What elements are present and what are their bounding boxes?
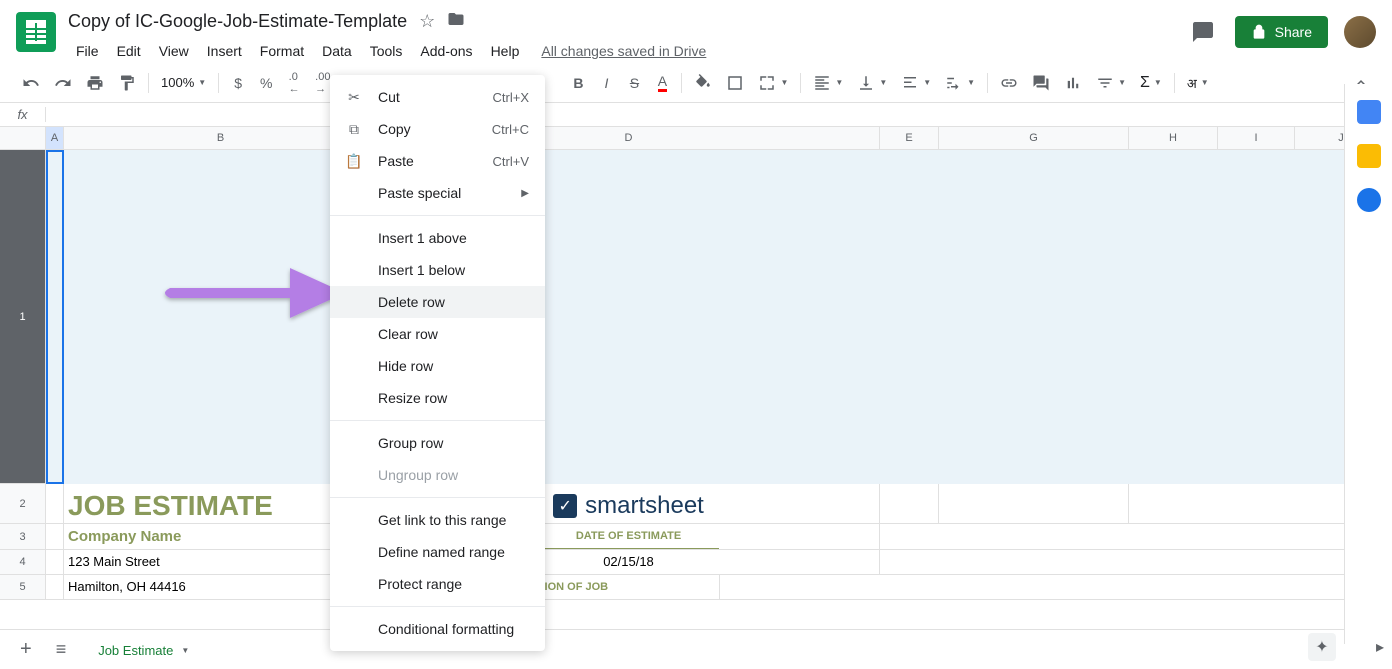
col-header-i[interactable]: I — [1218, 127, 1295, 149]
selected-cell-a1[interactable] — [46, 150, 64, 484]
sheets-logo[interactable] — [16, 12, 56, 52]
text-color-button[interactable]: A — [649, 70, 675, 96]
calendar-icon[interactable] — [1357, 100, 1381, 124]
ctx-define-named[interactable]: Define named range — [330, 536, 545, 568]
annotation-arrow — [160, 248, 350, 333]
cells-grid[interactable]: JOB ESTIMATE ✓smartsheet Company Name DA… — [46, 150, 1392, 600]
ctx-clear-row[interactable]: Clear row — [330, 318, 545, 350]
app-header: Copy of IC-Google-Job-Estimate-Template … — [0, 0, 1392, 63]
percent-button[interactable]: % — [253, 70, 279, 96]
insert-chart-button[interactable] — [1058, 70, 1088, 96]
decrease-decimal-button[interactable]: .0← — [281, 70, 307, 96]
text-rotation-button[interactable]: ▼ — [939, 70, 981, 96]
context-menu: ✂CutCtrl+X ⧉CopyCtrl+C 📋PasteCtrl+V Past… — [330, 75, 545, 651]
sheet-tab-bar: + ≡ Job Estimate ▼ — [0, 629, 1344, 669]
scroll-right-icon[interactable]: ▸ — [1376, 637, 1384, 657]
strikethrough-button[interactable]: S — [621, 70, 647, 96]
col-header-g[interactable]: G — [939, 127, 1129, 149]
comments-button[interactable] — [1187, 16, 1219, 48]
all-sheets-button[interactable]: ≡ — [48, 635, 75, 664]
zoom-dropdown[interactable]: 100%▼ — [155, 71, 212, 94]
menu-addons[interactable]: Add-ons — [412, 39, 480, 63]
menu-edit[interactable]: Edit — [109, 39, 149, 63]
share-button[interactable]: Share — [1235, 16, 1328, 48]
italic-button[interactable]: I — [593, 70, 619, 96]
vertical-align-button[interactable]: ▼ — [851, 70, 893, 96]
side-panel — [1344, 84, 1392, 644]
keep-icon[interactable] — [1357, 144, 1381, 168]
horizontal-align-button[interactable]: ▼ — [807, 70, 849, 96]
ctx-cut[interactable]: ✂CutCtrl+X — [330, 81, 545, 113]
filter-button[interactable]: ▼ — [1090, 70, 1132, 96]
row-headers: 1 2 3 4 5 — [0, 150, 46, 600]
menu-data[interactable]: Data — [314, 39, 360, 63]
column-headers: A B D E G H I J — [0, 127, 1392, 150]
input-tools-button[interactable]: अ▼ — [1181, 70, 1215, 96]
date-label-cell[interactable]: DATE OF ESTIMATE — [539, 524, 719, 549]
functions-button[interactable]: Σ▼ — [1134, 70, 1168, 96]
copy-icon: ⧉ — [344, 121, 364, 138]
fx-label: fx — [0, 107, 46, 122]
ctx-get-link[interactable]: Get link to this range — [330, 504, 545, 536]
ctx-conditional[interactable]: Conditional formatting — [330, 613, 545, 645]
merge-cells-button[interactable]: ▼ — [752, 70, 794, 96]
currency-button[interactable]: $ — [225, 70, 251, 96]
row-header-5[interactable]: 5 — [0, 575, 45, 600]
ctx-ungroup-row: Ungroup row — [330, 459, 545, 491]
menubar: File Edit View Insert Format Data Tools … — [68, 39, 1187, 63]
sheet-tab-job-estimate[interactable]: Job Estimate ▼ — [82, 633, 205, 666]
toolbar: 100%▼ $ % .0← .00→ B I S A ▼ ▼ ▼ ▼ ▼ ▼ Σ… — [0, 63, 1392, 103]
share-label: Share — [1275, 24, 1312, 40]
menu-format[interactable]: Format — [252, 39, 312, 63]
redo-button[interactable] — [48, 70, 78, 96]
insert-comment-button[interactable] — [1026, 70, 1056, 96]
ctx-delete-row[interactable]: Delete row — [330, 286, 545, 318]
star-icon[interactable]: ☆ — [419, 11, 435, 32]
ctx-paste-special[interactable]: Paste special▶ — [330, 177, 545, 209]
menu-help[interactable]: Help — [483, 39, 528, 63]
menu-insert[interactable]: Insert — [199, 39, 250, 63]
explore-button[interactable]: ✦ — [1308, 633, 1336, 661]
save-status[interactable]: All changes saved in Drive — [541, 43, 706, 59]
insert-link-button[interactable] — [994, 70, 1024, 96]
paste-icon: 📋 — [344, 153, 364, 170]
text-wrap-button[interactable]: ▼ — [895, 70, 937, 96]
fill-color-button[interactable] — [688, 70, 718, 96]
col-header-e[interactable]: E — [880, 127, 939, 149]
ctx-insert-below[interactable]: Insert 1 below — [330, 254, 545, 286]
select-all-corner[interactable] — [0, 127, 46, 149]
col-header-a[interactable]: A — [46, 127, 64, 149]
cut-icon: ✂ — [344, 89, 364, 106]
user-avatar[interactable] — [1344, 16, 1376, 48]
formula-bar: fx — [0, 103, 1392, 127]
undo-button[interactable] — [16, 70, 46, 96]
borders-button[interactable] — [720, 70, 750, 96]
paint-format-button[interactable] — [112, 70, 142, 96]
add-sheet-button[interactable]: + — [12, 634, 40, 665]
row-header-2[interactable]: 2 — [0, 484, 45, 524]
menu-view[interactable]: View — [151, 39, 197, 63]
bold-button[interactable]: B — [565, 70, 591, 96]
row-header-1[interactable]: 1 — [0, 150, 45, 484]
tasks-icon[interactable] — [1357, 188, 1381, 212]
ctx-protect[interactable]: Protect range — [330, 568, 545, 600]
ctx-insert-above[interactable]: Insert 1 above — [330, 222, 545, 254]
menu-file[interactable]: File — [68, 39, 107, 63]
row-header-3[interactable]: 3 — [0, 524, 45, 550]
print-button[interactable] — [80, 70, 110, 96]
folder-icon[interactable] — [447, 10, 465, 33]
ctx-resize-row[interactable]: Resize row — [330, 382, 545, 414]
col-header-h[interactable]: H — [1129, 127, 1218, 149]
ctx-group-row[interactable]: Group row — [330, 427, 545, 459]
row-header-4[interactable]: 4 — [0, 550, 45, 575]
tab-dropdown-icon[interactable]: ▼ — [181, 646, 189, 655]
ctx-copy[interactable]: ⧉CopyCtrl+C — [330, 113, 545, 145]
ctx-hide-row[interactable]: Hide row — [330, 350, 545, 382]
document-title[interactable]: Copy of IC-Google-Job-Estimate-Template — [68, 11, 407, 32]
ctx-paste[interactable]: 📋PasteCtrl+V — [330, 145, 545, 177]
formula-input[interactable] — [46, 107, 1392, 122]
menu-tools[interactable]: Tools — [362, 39, 411, 63]
